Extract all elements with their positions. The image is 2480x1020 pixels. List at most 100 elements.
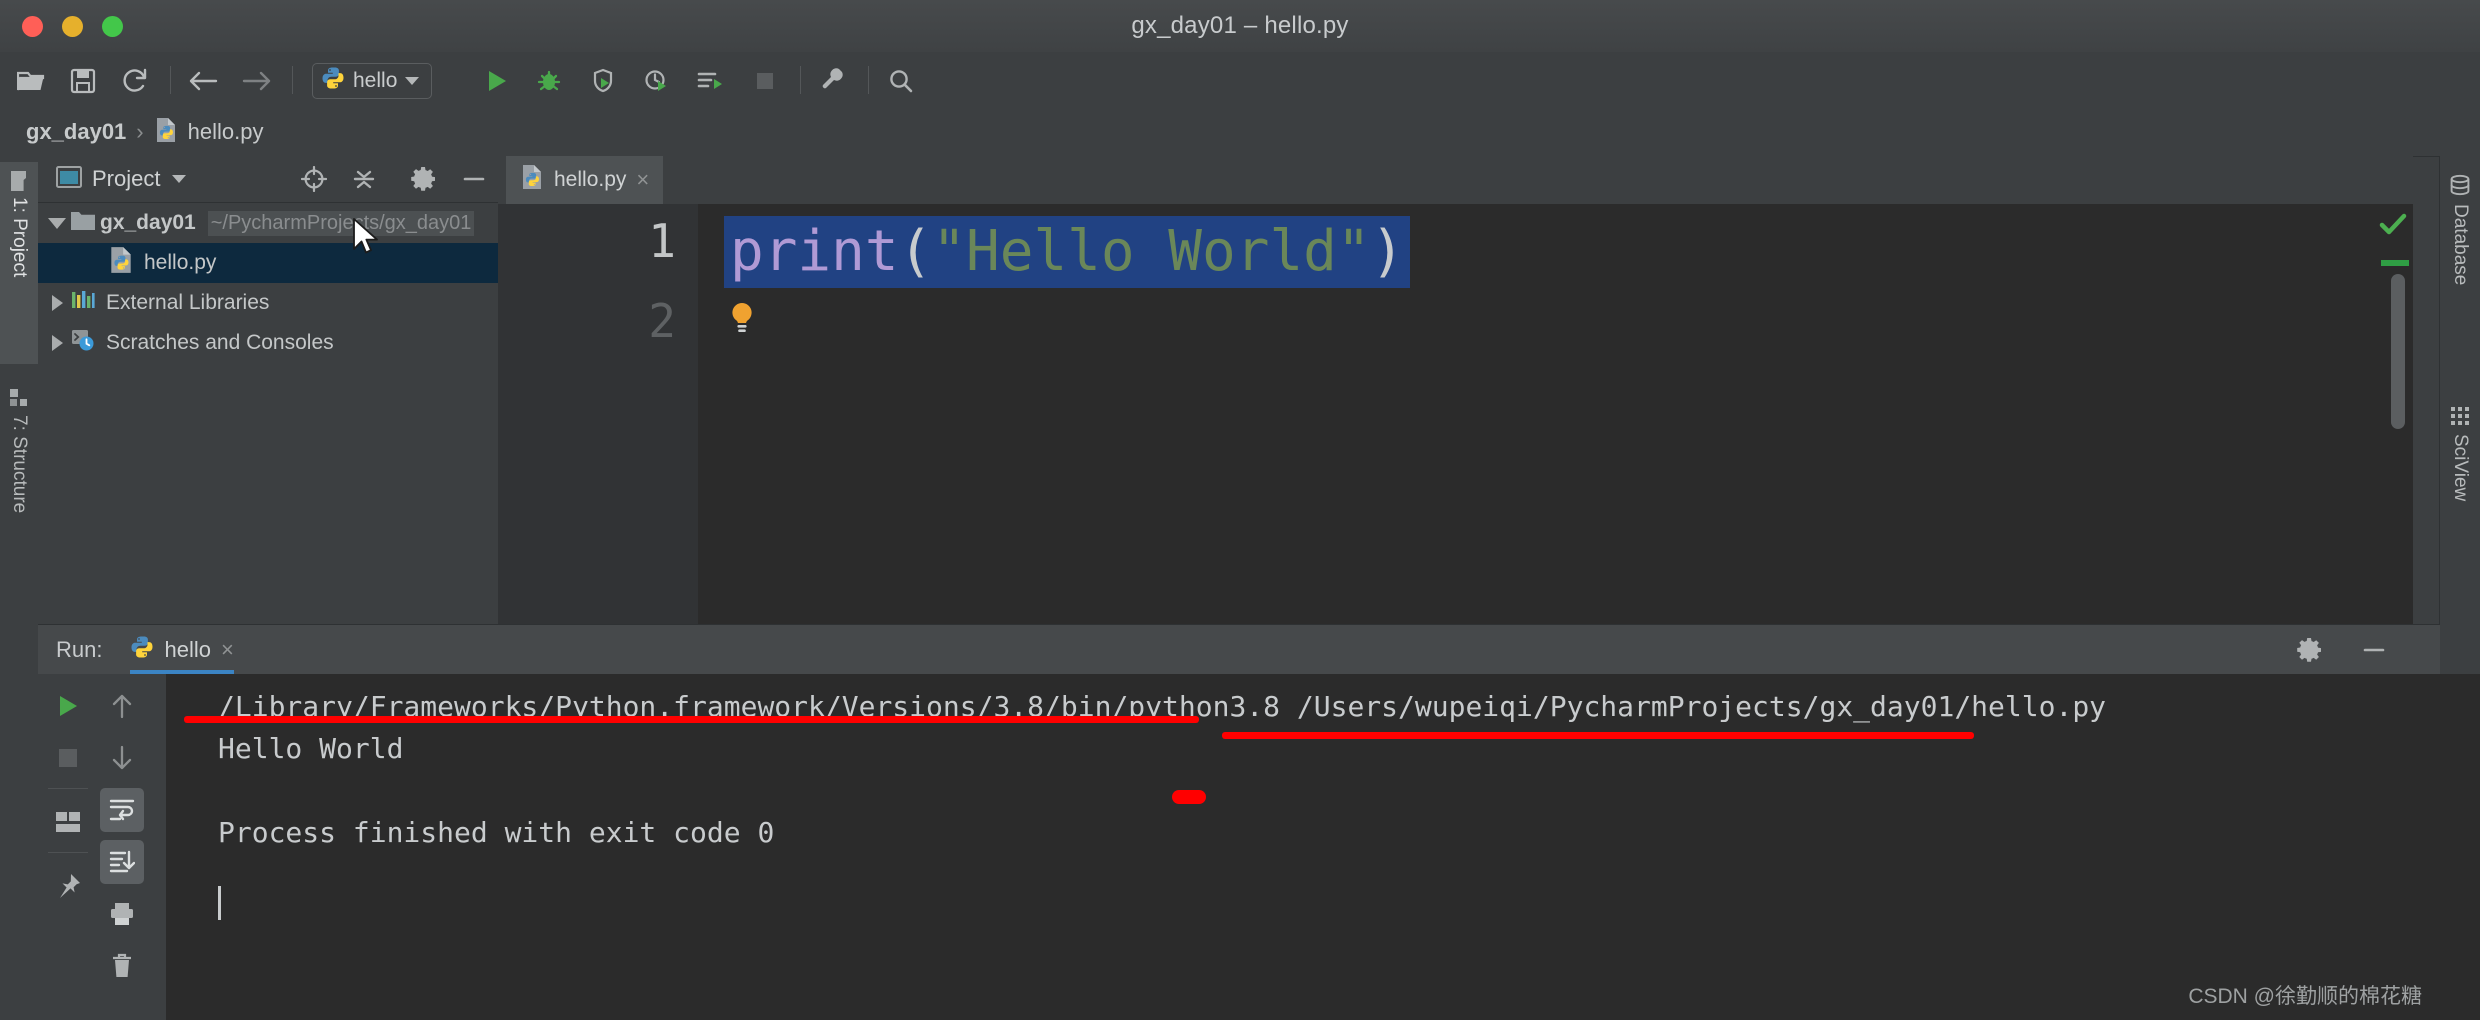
tab-hello-py[interactable]: hello.py × bbox=[506, 156, 664, 204]
tree-row[interactable]: gx_day01 ~/PycharmProjects/gx_day01 bbox=[38, 203, 498, 243]
project-panel-header: Project bbox=[38, 156, 498, 203]
window-title: gx_day01 – hello.py bbox=[1131, 12, 1349, 39]
close-icon[interactable]: × bbox=[636, 169, 649, 191]
console-tool-separator-1 bbox=[48, 788, 88, 789]
console-caret bbox=[218, 886, 221, 920]
chevron-down-icon[interactable] bbox=[405, 77, 420, 85]
code-token-string: "Hello World" bbox=[932, 219, 1371, 284]
debug-icon[interactable] bbox=[534, 66, 564, 96]
code-line-1[interactable]: print("Hello World") bbox=[724, 216, 1411, 289]
back-arrow-icon[interactable] bbox=[188, 66, 218, 96]
soft-wrap-icon[interactable] bbox=[100, 788, 144, 832]
toolbar-separator-3 bbox=[800, 66, 801, 94]
breadcrumb-root[interactable]: gx_day01 bbox=[26, 119, 126, 145]
project-panel: Project gx_day01 ~/PycharmProjects/gx_da… bbox=[38, 156, 499, 625]
run-panel-header: Run: hello × bbox=[38, 624, 2440, 676]
line-number-1: 1 bbox=[648, 214, 676, 268]
chevron-down-icon[interactable] bbox=[172, 175, 187, 183]
run-with-params-icon[interactable] bbox=[696, 66, 726, 96]
run-console-output[interactable]: /Library/Frameworks/Python.framework/Ver… bbox=[166, 674, 2480, 1020]
chevron-expanded-icon[interactable] bbox=[44, 217, 70, 229]
left-strip-label-project: 1: Project bbox=[9, 197, 30, 278]
breadcrumb-separator: › bbox=[136, 119, 144, 144]
sidebar-item-project[interactable]: 1: Project bbox=[0, 162, 38, 364]
breadcrumb-leaf[interactable]: hello.py bbox=[188, 119, 264, 145]
down-arrow-icon[interactable] bbox=[100, 736, 144, 780]
tab-label: hello.py bbox=[554, 168, 627, 191]
left-strip-label-structure: 7: Structure bbox=[9, 415, 30, 514]
interpreter-path-underline bbox=[184, 716, 1199, 723]
sidebar-item-structure[interactable]: 7: Structure bbox=[0, 378, 38, 620]
chevron-collapsed-icon[interactable] bbox=[44, 295, 70, 311]
editor-gutter: 1 2 bbox=[498, 204, 699, 624]
collapse-all-icon[interactable] bbox=[350, 165, 378, 193]
pycharm-window: gx_day01 – hello.py hello gx_day01 › hel… bbox=[0, 0, 2480, 1020]
forward-arrow-icon[interactable] bbox=[242, 66, 272, 96]
search-icon[interactable] bbox=[886, 66, 916, 96]
save-all-icon[interactable] bbox=[68, 66, 98, 96]
tree-row[interactable]: External Libraries bbox=[38, 283, 498, 323]
tree-label-external-libraries: External Libraries bbox=[106, 291, 270, 314]
code-change-marker bbox=[2381, 260, 2409, 266]
stop-icon[interactable] bbox=[46, 736, 90, 780]
tree-row[interactable]: Scratches and Consoles bbox=[38, 323, 498, 363]
editor-scrollbar[interactable] bbox=[2391, 274, 2405, 429]
editor-tab-strip: hello.py × bbox=[498, 156, 2413, 205]
print-icon[interactable] bbox=[100, 892, 144, 936]
scroll-to-end-icon[interactable] bbox=[100, 840, 144, 884]
console-toolbar bbox=[38, 674, 167, 1020]
up-arrow-icon[interactable] bbox=[100, 684, 144, 728]
console-tool-separator-2 bbox=[48, 852, 88, 853]
right-strip-label-database: Database bbox=[2450, 204, 2471, 286]
run-tab-hello[interactable]: hello × bbox=[130, 625, 234, 675]
editor-marker-bar[interactable] bbox=[2373, 204, 2413, 624]
hide-panel-icon[interactable] bbox=[2360, 636, 2388, 664]
code-surface[interactable]: print("Hello World") bbox=[698, 204, 2413, 624]
stop-icon[interactable] bbox=[750, 66, 780, 96]
pin-icon[interactable] bbox=[46, 864, 90, 908]
tree-label-project-root: gx_day01 bbox=[100, 211, 196, 234]
sidebar-item-database[interactable]: Database bbox=[2440, 164, 2480, 384]
title-bar: gx_day01 – hello.py bbox=[0, 0, 2480, 53]
toolbar-separator-1 bbox=[170, 66, 171, 94]
run-panel-label: Run: bbox=[56, 637, 103, 662]
editor-area: hello.py × 1 2 print("Hello World") bbox=[498, 156, 2413, 624]
run-tab-label: hello bbox=[164, 637, 211, 662]
gear-icon[interactable] bbox=[410, 165, 438, 193]
right-strip-label-sciview: SciView bbox=[2450, 434, 2471, 502]
grid-icon bbox=[2449, 406, 2471, 426]
locate-target-icon[interactable] bbox=[300, 165, 328, 193]
chevron-collapsed-icon[interactable] bbox=[44, 335, 70, 351]
main-toolbar: hello bbox=[0, 52, 2480, 109]
project-tree: gx_day01 ~/PycharmProjects/gx_day01 hell… bbox=[38, 203, 498, 625]
sync-icon[interactable] bbox=[120, 66, 150, 96]
lightbulb-icon[interactable] bbox=[728, 302, 756, 336]
gear-icon[interactable] bbox=[2296, 636, 2324, 664]
code-token-open-paren: ( bbox=[898, 219, 933, 284]
python-file-icon bbox=[520, 164, 544, 196]
profile-icon[interactable] bbox=[642, 66, 672, 96]
python-file-icon bbox=[108, 246, 134, 280]
tree-row[interactable]: hello.py bbox=[38, 243, 498, 283]
rerun-icon[interactable] bbox=[46, 684, 90, 728]
python-icon bbox=[321, 66, 345, 96]
inspection-ok-icon bbox=[2379, 212, 2407, 243]
run-coverage-icon[interactable] bbox=[588, 66, 618, 96]
watermark: CSDN @徐勤顺的棉花糖 bbox=[2188, 985, 2422, 1008]
run-configuration-selector[interactable]: hello bbox=[312, 63, 433, 99]
layout-icon[interactable] bbox=[46, 800, 90, 844]
line-number-2: 2 bbox=[648, 294, 676, 348]
sidebar-item-sciview[interactable]: SciView bbox=[2440, 396, 2480, 606]
close-icon[interactable]: × bbox=[221, 639, 234, 661]
trash-icon[interactable] bbox=[100, 944, 144, 988]
code-token-close-paren: ) bbox=[1370, 219, 1405, 284]
python-file-icon bbox=[154, 117, 178, 148]
wrench-icon[interactable] bbox=[818, 66, 848, 96]
run-icon[interactable] bbox=[482, 66, 512, 96]
open-folder-icon[interactable] bbox=[16, 66, 46, 96]
run-config-name: hello bbox=[353, 69, 398, 92]
hide-panel-icon[interactable] bbox=[460, 165, 488, 193]
libraries-icon bbox=[70, 289, 96, 317]
breadcrumb: gx_day01 › hello.py bbox=[0, 108, 2480, 157]
toolbar-separator-2 bbox=[292, 66, 293, 94]
